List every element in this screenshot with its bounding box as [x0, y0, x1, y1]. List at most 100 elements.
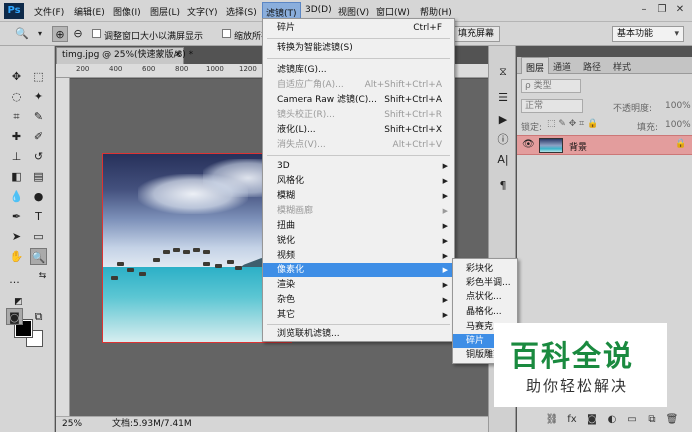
- eraser-icon[interactable]: ◧: [8, 168, 25, 185]
- fill-screen-button[interactable]: 填充屏幕: [452, 26, 501, 42]
- crop-tool-icon[interactable]: ⌗: [8, 108, 25, 125]
- menu-edit[interactable]: 编辑(E): [74, 5, 105, 18]
- filter-menu: 碎片 Ctrl+F 转换为智能滤镜(S) 滤镜库(G)... 自适应广角(A)..…: [262, 18, 455, 342]
- actions-panel-icon[interactable]: ▶: [495, 112, 511, 128]
- info-panel-icon[interactable]: ⓘ: [495, 132, 511, 148]
- menu-item-noise[interactable]: 杂色 ▶: [263, 293, 454, 307]
- menu-item-convert-smart-filters[interactable]: 转换为智能滤镜(S): [263, 41, 454, 55]
- menu-layer[interactable]: 图层(L): [150, 5, 180, 18]
- healing-brush-icon[interactable]: ✚: [8, 128, 25, 145]
- menu-item-filter-gallery[interactable]: 滤镜库(G)...: [263, 63, 454, 77]
- move-tool-icon[interactable]: ✥: [8, 68, 25, 85]
- menu-item-sharpen[interactable]: 锐化 ▶: [263, 234, 454, 248]
- menu-item-last-filter[interactable]: 碎片 Ctrl+F: [263, 21, 454, 35]
- lock-icons[interactable]: ⬚ ✎ ✥ ⌗ 🔒: [547, 119, 598, 129]
- close-icon[interactable]: ✕: [672, 3, 688, 17]
- tab-paths[interactable]: 路径: [583, 60, 601, 73]
- zoom-all-windows-checkbox[interactable]: [222, 29, 231, 38]
- zoom-level[interactable]: 25%: [62, 417, 82, 432]
- menu-item-vanishing-point[interactable]: 消失点(V)... Alt+Ctrl+V: [263, 138, 454, 152]
- history-brush-icon[interactable]: ↺: [30, 148, 47, 165]
- eyedropper-icon[interactable]: ✎: [30, 108, 47, 125]
- menu-item-pixelate[interactable]: 像素化 ▶: [263, 263, 454, 277]
- menu-file[interactable]: 文件(F): [34, 5, 64, 18]
- pen-tool-icon[interactable]: ✒: [8, 208, 25, 225]
- menu-item-camera-raw[interactable]: Camera Raw 滤镜(C)... Shift+Ctrl+A: [263, 93, 454, 107]
- tab-styles[interactable]: 样式: [613, 60, 631, 73]
- menu-item-browse-online-filters[interactable]: 浏览联机滤镜...: [263, 327, 454, 341]
- menu-item-blur-gallery[interactable]: 模糊画廊 ▶: [263, 204, 454, 218]
- brush-tool-icon[interactable]: ✐: [30, 128, 47, 145]
- ruler-tick-label: 1200: [239, 65, 257, 73]
- blur-tool-icon[interactable]: 💧: [8, 188, 25, 205]
- fx-icon[interactable]: fx: [565, 413, 579, 427]
- menu-item-3d[interactable]: 3D ▶: [263, 159, 454, 173]
- link-layers-icon[interactable]: ⛓: [545, 413, 559, 427]
- restore-icon[interactable]: ❐: [654, 3, 670, 17]
- fill-value[interactable]: 100%: [665, 120, 691, 130]
- menu-select[interactable]: 选择(S): [226, 5, 257, 18]
- minimize-icon[interactable]: –: [636, 3, 652, 17]
- zoom-tool-preset-icon[interactable]: 🔍: [14, 26, 30, 42]
- hand-tool-icon[interactable]: ✋: [8, 248, 25, 265]
- opacity-value[interactable]: 100%: [665, 101, 691, 111]
- menu-3d[interactable]: 3D(D): [305, 5, 332, 15]
- eye-icon[interactable]: 👁: [522, 139, 535, 150]
- menu-item-distort[interactable]: 扭曲 ▶: [263, 219, 454, 233]
- character-panel-icon[interactable]: A|: [495, 152, 511, 168]
- tab-layers[interactable]: 图层: [521, 57, 550, 74]
- paragraph-panel-icon[interactable]: ¶: [495, 178, 511, 194]
- menu-item-stylize[interactable]: 风格化 ▶: [263, 174, 454, 188]
- submenu-item-crystallize[interactable]: 晶格化...: [453, 305, 517, 319]
- layer-row[interactable]: 👁 背景 🔒: [517, 135, 692, 155]
- magic-wand-icon[interactable]: ✦: [30, 88, 47, 105]
- chevron-down-icon[interactable]: ▾: [32, 26, 48, 42]
- zoom-in-icon[interactable]: ⊕: [52, 26, 68, 42]
- quick-mask-icon[interactable]: ◙: [6, 308, 23, 325]
- image-overwater-hut: [163, 250, 170, 254]
- new-layer-icon[interactable]: ⧉: [645, 413, 659, 427]
- menu-item-adaptive-wide-angle[interactable]: 自适应广角(A)... Alt+Shift+Ctrl+A: [263, 78, 454, 92]
- menu-image[interactable]: 图像(I): [113, 5, 141, 18]
- shape-tool-icon[interactable]: ▭: [30, 228, 47, 245]
- trash-icon[interactable]: 🗑: [665, 413, 679, 427]
- swap-colors-icon[interactable]: ⇆: [34, 268, 51, 285]
- clone-stamp-icon[interactable]: ⊥: [8, 148, 25, 165]
- menu-item-blur[interactable]: 模糊 ▶: [263, 189, 454, 203]
- menu-item-video[interactable]: 视频 ▶: [263, 249, 454, 263]
- gradient-icon[interactable]: ▤: [30, 168, 47, 185]
- submenu-item-color-halftone[interactable]: 彩色半调...: [453, 276, 517, 290]
- properties-panel-icon[interactable]: ☰: [495, 90, 511, 106]
- type-tool-icon[interactable]: T: [30, 208, 47, 225]
- layer-name[interactable]: 背景: [569, 140, 587, 153]
- resize-windows-checkbox[interactable]: [92, 29, 101, 38]
- marquee-tool-icon[interactable]: ⬚: [30, 68, 47, 85]
- document-tab[interactable]: timg.jpg @ 25%(快速蒙版/8) *: [56, 47, 193, 64]
- path-selection-icon[interactable]: ➤: [8, 228, 25, 245]
- submenu-item-pointillize[interactable]: 点状化...: [453, 290, 517, 304]
- menu-type[interactable]: 文字(Y): [187, 5, 218, 18]
- screen-mode-icon[interactable]: ⧉: [30, 308, 47, 325]
- submenu-item-facet[interactable]: 彩块化: [453, 262, 517, 276]
- menu-item-other[interactable]: 其它 ▶: [263, 308, 454, 322]
- menu-item-lens-correction[interactable]: 镜头校正(R)... Shift+Ctrl+R: [263, 108, 454, 122]
- zoom-tool-icon[interactable]: 🔍: [30, 248, 47, 265]
- layer-kind-filter[interactable]: ρ 类型: [521, 79, 581, 93]
- tab-channels[interactable]: 通道: [553, 60, 571, 73]
- history-panel-icon[interactable]: ⧖: [495, 64, 511, 80]
- lasso-tool-icon[interactable]: ◌: [8, 88, 25, 105]
- menu-help[interactable]: 帮助(H): [420, 5, 452, 18]
- blend-mode-select[interactable]: 正常: [521, 99, 583, 113]
- menu-window[interactable]: 窗口(W): [376, 5, 410, 18]
- layer-mask-icon[interactable]: ◙: [585, 413, 599, 427]
- menu-view[interactable]: 视图(V): [338, 5, 369, 18]
- more-tools-icon[interactable]: ···: [6, 274, 23, 291]
- dodge-tool-icon[interactable]: ●: [30, 188, 47, 205]
- workspace-select[interactable]: 基本功能: [612, 26, 684, 42]
- close-tab-icon[interactable]: ✕: [174, 47, 182, 64]
- zoom-out-icon[interactable]: ⊖: [70, 26, 86, 42]
- menu-item-render[interactable]: 渲染 ▶: [263, 278, 454, 292]
- group-folder-icon[interactable]: ▭: [625, 413, 639, 427]
- menu-item-liquify[interactable]: 液化(L)... Shift+Ctrl+X: [263, 123, 454, 137]
- adjustment-layer-icon[interactable]: ◐: [605, 413, 619, 427]
